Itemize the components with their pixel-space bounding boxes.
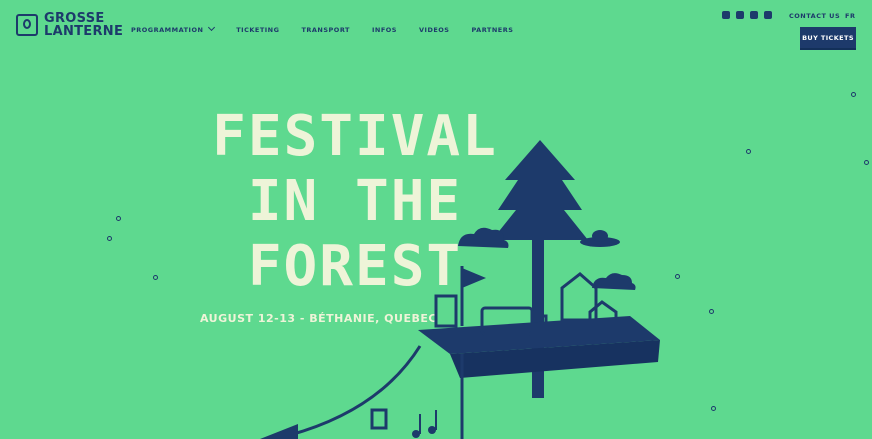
nav-item-partners[interactable]: PARTNERS [472, 26, 514, 34]
nav-item-ticketing[interactable]: TICKETING [236, 26, 279, 34]
brand-name: GROSSE LANTERNE [44, 12, 123, 38]
decorative-dot [711, 406, 716, 411]
decorative-dot [709, 309, 714, 314]
nav-item-infos[interactable]: INFOS [372, 26, 397, 34]
nav-item-programmation[interactable]: PROGRAMMATION [131, 23, 216, 34]
hanging-rope [289, 345, 422, 437]
buy-tickets-button[interactable]: BUY TICKETS [800, 27, 856, 48]
main-nav: PROGRAMMATION TICKETING TRANSPORT INFOS … [131, 23, 514, 34]
decorative-dot [153, 275, 158, 280]
chevron-down-icon [208, 23, 216, 32]
decorative-dot [746, 149, 751, 154]
brand-line2: LANTERNE [44, 24, 124, 39]
decorative-dot [675, 274, 680, 279]
hanging-lantern-icon [370, 408, 388, 430]
decorative-dot [116, 216, 121, 221]
decorative-dot [107, 236, 112, 241]
music-note-icon [412, 410, 437, 438]
decorative-dot [851, 92, 856, 97]
forest-island-illustration [260, 140, 660, 439]
contact-link[interactable]: CONTACT US [789, 12, 840, 20]
nav-item-videos[interactable]: VIDEOS [419, 26, 450, 34]
language-switch[interactable]: FR [845, 12, 855, 20]
megaphone-icon [260, 424, 298, 439]
lantern-icon [16, 14, 38, 36]
youtube-icon[interactable] [736, 11, 744, 19]
twitter-icon[interactable] [722, 11, 730, 19]
brand-logo[interactable]: GROSSE LANTERNE [16, 12, 123, 38]
decorative-dot [864, 160, 869, 165]
facebook-icon[interactable] [750, 11, 758, 19]
site-header: GROSSE LANTERNE PROGRAMMATION TICKETING … [0, 0, 872, 60]
ufo-icon [580, 230, 620, 247]
speaker-icon [434, 294, 458, 328]
flickr-icon[interactable] [764, 11, 772, 19]
social-links [722, 11, 772, 19]
nav-item-label: PROGRAMMATION [131, 26, 204, 34]
cloud-icon [592, 273, 636, 290]
nav-item-transport[interactable]: TRANSPORT [301, 26, 350, 34]
